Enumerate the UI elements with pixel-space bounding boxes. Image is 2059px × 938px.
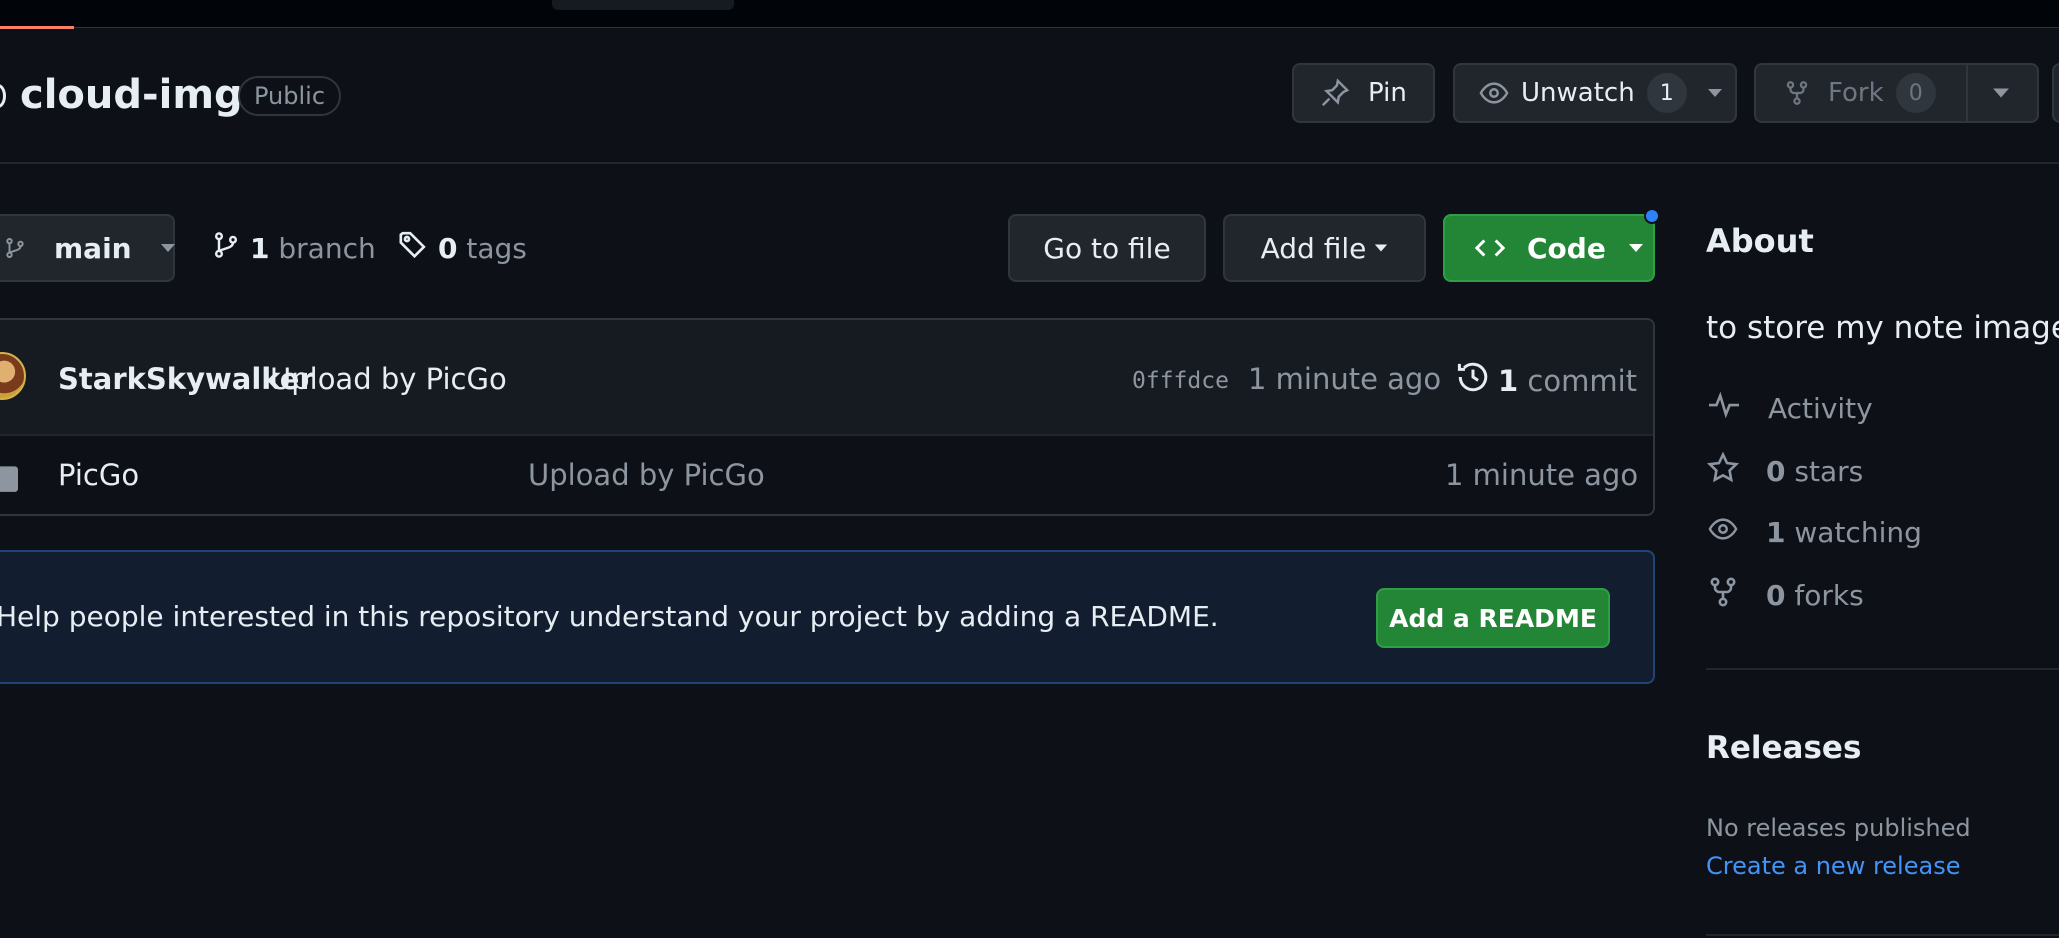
tags-link[interactable]: 0 tags — [398, 230, 527, 267]
star-icon — [1706, 451, 1740, 491]
branch-count: 1 — [250, 232, 270, 265]
chevron-down-icon — [1374, 243, 1388, 253]
readme-prompt-text: Help people interested in this repositor… — [0, 600, 1219, 633]
pin-button[interactable]: Pin — [1292, 63, 1435, 123]
chevron-down-icon[interactable] — [1707, 88, 1723, 98]
stars-word: stars — [1794, 455, 1864, 488]
button-divider — [1966, 65, 1968, 121]
folder-icon — [0, 462, 18, 496]
about-heading: About — [1706, 222, 1814, 260]
repo-description: to store my note image — [1706, 310, 2059, 346]
header-divider — [0, 162, 2059, 164]
file-list: StarkSkywalker Upload by PicGo 0fffdce 1… — [0, 318, 1655, 516]
notification-dot — [1644, 208, 1660, 224]
history-icon — [1456, 360, 1490, 401]
latest-commit-row: StarkSkywalker Upload by PicGo 0fffdce 1… — [0, 320, 1653, 436]
star-button-edge[interactable] — [2052, 63, 2059, 123]
forks-link[interactable]: 0 forks — [1706, 576, 1864, 615]
chevron-down-icon[interactable] — [1992, 81, 2010, 105]
git-branch-icon — [212, 230, 240, 267]
code-icon — [1473, 233, 1507, 263]
chevron-down-icon — [160, 243, 176, 253]
readme-banner: Help people interested in this repositor… — [0, 550, 1655, 684]
code-button[interactable]: Code — [1443, 214, 1655, 282]
tag-count: 0 — [438, 232, 458, 265]
repo-name[interactable]: cloud-img — [20, 72, 243, 118]
fork-icon — [1706, 576, 1740, 615]
file-commit-message[interactable]: Upload by PicGo — [528, 458, 765, 492]
commit-sha[interactable]: 0fffdce — [1132, 368, 1229, 394]
unwatch-label: Unwatch — [1521, 78, 1635, 108]
top-nav-bar — [0, 0, 2059, 29]
active-tab-indicator — [0, 26, 74, 29]
pin-icon — [1320, 78, 1350, 108]
go-to-file-button[interactable]: Go to file — [1008, 214, 1206, 282]
add-file-label: Add file — [1260, 231, 1367, 265]
branch-selector[interactable]: main — [0, 214, 175, 282]
eye-icon — [1479, 78, 1509, 108]
unwatch-button[interactable]: Unwatch 1 — [1453, 63, 1737, 123]
watch-counter: 1 — [1646, 73, 1687, 113]
commit-time: 1 minute ago — [1248, 362, 1442, 396]
releases-heading[interactable]: Releases — [1706, 730, 1861, 766]
git-branch-icon — [4, 233, 26, 263]
sidebar-divider — [1706, 668, 2059, 670]
avatar[interactable] — [0, 352, 26, 400]
commit-word: commit — [1527, 363, 1638, 398]
tag-word: tags — [466, 232, 527, 265]
visibility-badge: Public — [238, 76, 342, 116]
code-label: Code — [1527, 231, 1606, 265]
branch-name: main — [54, 231, 132, 265]
watching-count: 1 — [1766, 516, 1786, 549]
eye-icon — [1706, 514, 1740, 551]
file-commit-time: 1 minute ago — [1445, 458, 1639, 492]
file-name[interactable]: PicGo — [58, 458, 139, 492]
pin-label: Pin — [1368, 78, 1407, 108]
repo-owner-avatar-icon — [0, 84, 6, 108]
forks-word: forks — [1794, 579, 1864, 612]
search-box-edge[interactable] — [552, 0, 734, 10]
fork-icon — [1784, 78, 1810, 108]
forks-count: 0 — [1766, 579, 1786, 612]
commit-history-link[interactable]: 1 commit — [1456, 360, 1637, 401]
stars-link[interactable]: 0 stars — [1706, 451, 1864, 491]
branch-word: branch — [278, 232, 376, 265]
chevron-down-icon — [1628, 243, 1644, 253]
activity-link[interactable]: Activity — [1706, 390, 1873, 427]
table-row[interactable]: PicGo Upload by PicGo 1 minute ago — [0, 436, 1653, 514]
tag-icon — [398, 230, 428, 267]
no-releases-text: No releases published — [1706, 814, 1971, 842]
commit-count: 1 — [1498, 363, 1519, 398]
pulse-icon — [1706, 390, 1742, 427]
stars-count: 0 — [1766, 455, 1786, 488]
watching-link[interactable]: 1 watching — [1706, 514, 1922, 551]
fork-button[interactable]: Fork 0 — [1754, 63, 2039, 123]
fork-counter: 0 — [1895, 73, 1936, 113]
add-file-button[interactable]: Add file — [1223, 214, 1426, 282]
commit-message[interactable]: Upload by PicGo — [270, 362, 507, 396]
create-release-link[interactable]: Create a new release — [1706, 852, 1960, 880]
activity-label: Activity — [1768, 392, 1873, 425]
fork-label: Fork — [1828, 78, 1884, 108]
watching-word: watching — [1794, 516, 1922, 549]
branches-link[interactable]: 1 branch — [212, 230, 376, 267]
sidebar-divider — [1706, 934, 2059, 936]
add-readme-button[interactable]: Add a README — [1376, 588, 1610, 648]
